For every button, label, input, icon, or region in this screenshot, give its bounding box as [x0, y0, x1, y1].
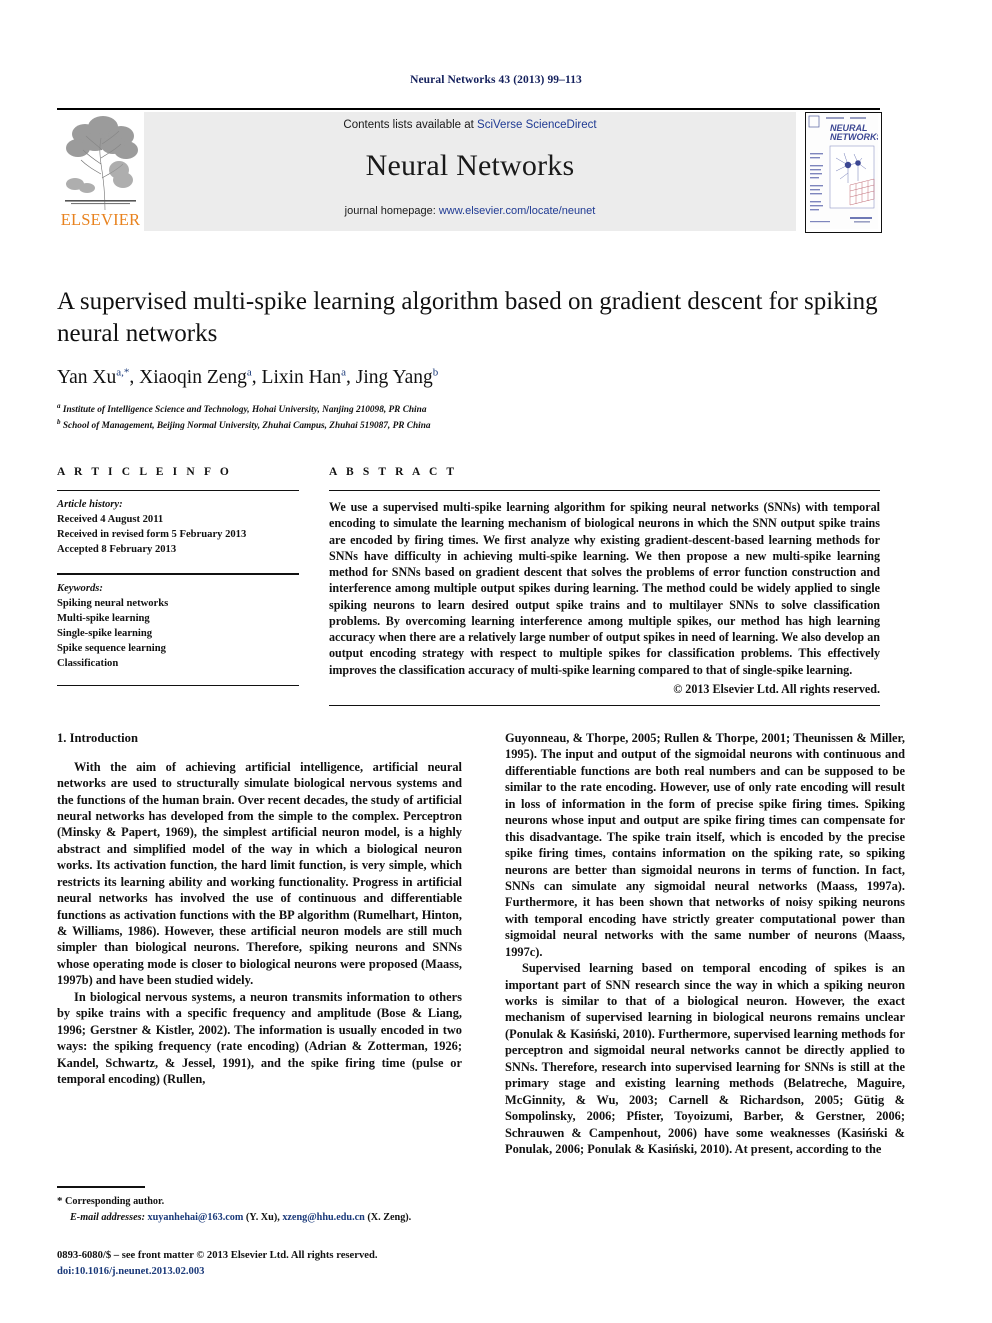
affiliation-item: b School of Management, Beijing Normal U… — [57, 417, 880, 434]
keyword-item: Spike sequence learning — [57, 643, 166, 655]
abstract-block: A B S T R A C T We use a supervised mult… — [329, 466, 880, 706]
footnote-divider — [57, 1186, 145, 1188]
contents-prefix: Contents lists available at — [343, 119, 478, 131]
author-name: Jing Yang — [355, 366, 433, 388]
masthead-top-rule — [57, 108, 880, 110]
author-name: Xiaoqin Zeng — [139, 366, 247, 388]
paragraph: Guyonneau, & Thorpe, 2005; Rullen & Thor… — [505, 731, 905, 959]
body-column-right: Guyonneau, & Thorpe, 2005; Rullen & Thor… — [505, 730, 905, 1157]
journal-homepage-link[interactable]: www.elsevier.com/locate/neunet — [439, 205, 596, 217]
journal-cover-thumbnail: NEURAL NETWORKS — [805, 112, 882, 233]
title-block: A supervised multi-spike learning algori… — [57, 286, 880, 434]
body-column-left: 1. Introduction With the aim of achievin… — [57, 730, 462, 1087]
author-entry: Xiaoqin Zenga — [139, 366, 252, 388]
paper-page: Neural Networks 43 (2013) 99–113 ELSEVIE… — [0, 0, 992, 1323]
author-list: Yan Xua,*, Xiaoqin Zenga, Lixin Hana, Ji… — [57, 366, 880, 389]
journal-masthead: ELSEVIER Contents lists available at Sci… — [57, 112, 882, 233]
keyword-item: Classification — [57, 658, 119, 670]
elsevier-tree-icon — [65, 116, 138, 211]
keywords-block: Keywords: Spiking neural networks Multi-… — [57, 581, 299, 671]
email-owner-2: (X. Zeng). — [367, 1211, 412, 1223]
history-accepted: Accepted 8 February 2013 — [57, 544, 177, 556]
abstract-text: We use a supervised multi-spike learning… — [329, 500, 880, 677]
contents-lists-line: Contents lists available at SciVerse Sci… — [144, 119, 796, 131]
article-history: Article history: Received 4 August 2011 … — [57, 497, 299, 557]
svg-text:NETWORKS: NETWORKS — [830, 132, 878, 142]
abstract-divider-bottom — [329, 704, 880, 706]
paragraph: Supervised learning based on temporal en… — [505, 961, 905, 1156]
email-owner-1: (Y. Xu), — [245, 1211, 280, 1223]
author-entry: Yan Xua,* — [57, 366, 130, 388]
article-info-heading: A R T I C L E I N F O — [57, 466, 232, 478]
affiliation-text: School of Management, Beijing Normal Uni… — [62, 421, 431, 432]
front-matter-block: 0893-6080/$ – see front matter © 2013 El… — [57, 1248, 617, 1280]
keyword-item: Spiking neural networks — [57, 598, 169, 610]
journal-homepage-line: journal homepage: www.elsevier.com/locat… — [144, 205, 796, 217]
author-separator: , — [251, 366, 262, 388]
homepage-prefix: journal homepage: — [344, 205, 439, 217]
asterisk-icon: * — [57, 1195, 63, 1207]
article-history-label: Article history: — [57, 499, 123, 510]
corresponding-author-line: * Corresponding author. — [57, 1193, 467, 1210]
paragraph: In biological nervous systems, a neuron … — [57, 989, 462, 1086]
affiliation-mark: b — [57, 418, 61, 426]
keyword-item: Single-spike learning — [57, 628, 153, 640]
affiliation-text: Institute of Intelligence Science and Te… — [62, 404, 427, 415]
article-info-divider-top — [57, 490, 299, 491]
history-revised: Received in revised form 5 February 2013 — [57, 529, 247, 541]
email-link-1[interactable]: xuyanhehai@163.com — [148, 1212, 244, 1223]
elsevier-logo: ELSEVIER — [57, 112, 144, 231]
page-title: A supervised multi-spike learning algori… — [57, 288, 878, 347]
affiliation-list: a Institute of Intelligence Science and … — [57, 401, 880, 434]
abstract-heading: A B S T R A C T — [329, 466, 458, 478]
history-received: Received 4 August 2011 — [57, 514, 164, 526]
section-heading-introduction: 1. Introduction — [57, 731, 138, 745]
running-head: Neural Networks 43 (2013) 99–113 — [410, 74, 582, 86]
author-entry: Lixin Hana — [261, 366, 347, 388]
article-info-divider-mid — [57, 573, 299, 576]
sciencedirect-link[interactable]: SciVerse ScienceDirect — [477, 119, 597, 131]
corresponding-author-text: Corresponding author. — [65, 1196, 165, 1207]
author-marks: a,* — [116, 366, 130, 378]
affiliation-mark: a — [57, 401, 61, 410]
author-separator: , — [346, 366, 356, 388]
abstract-divider-top — [329, 490, 880, 491]
doi-link[interactable]: doi:10.1016/j.neunet.2013.02.003 — [57, 1264, 617, 1280]
author-name: Lixin Han — [261, 366, 342, 388]
author-marks: b — [432, 366, 439, 378]
email-label: E-mail addresses: — [70, 1211, 145, 1223]
keyword-item: Multi-spike learning — [57, 613, 150, 625]
email-line: E-mail addresses: xuyanhehai@163.com (Y.… — [57, 1210, 467, 1225]
email-link-2[interactable]: xzeng@hhu.edu.cn — [282, 1212, 365, 1223]
contents-band: Contents lists available at SciVerse Sci… — [144, 112, 796, 231]
front-matter-line: 0893-6080/$ – see front matter © 2013 El… — [57, 1250, 378, 1261]
keywords-label: Keywords: — [57, 583, 103, 595]
journal-title: Neural Networks — [365, 149, 575, 182]
article-info-block: A R T I C L E I N F O Article history: R… — [57, 466, 299, 687]
paragraph: With the aim of achieving artificial int… — [57, 759, 462, 988]
cover-artwork: NEURAL NETWORKS — [806, 113, 881, 229]
abstract-copyright: © 2013 Elsevier Ltd. All rights reserved… — [673, 681, 880, 696]
author-separator: , — [129, 366, 140, 388]
author-name: Yan Xu — [57, 366, 117, 388]
article-info-divider-bottom — [57, 685, 299, 687]
affiliation-item: a Institute of Intelligence Science and … — [57, 401, 880, 418]
elsevier-wordmark: ELSEVIER — [60, 210, 141, 229]
author-entry: Jing Yangb — [355, 366, 439, 388]
footnote-block: * Corresponding author. E-mail addresses… — [57, 1193, 467, 1225]
